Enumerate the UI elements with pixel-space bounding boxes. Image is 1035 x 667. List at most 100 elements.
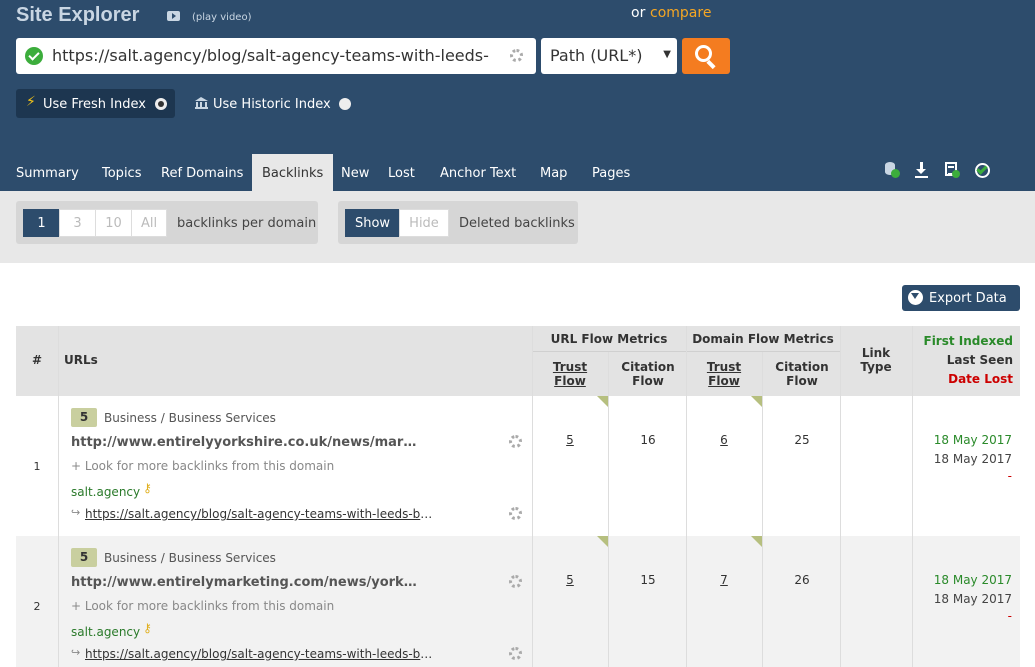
source-category: Business / Business Services (104, 411, 276, 425)
col-header-date-lost[interactable]: Date Lost (948, 372, 1013, 386)
url-input[interactable]: https://salt.agency/blog/salt-agency-tea… (16, 38, 536, 74)
play-video-link[interactable]: (play video) (192, 12, 251, 23)
col-header-last-seen[interactable]: Last Seen (947, 353, 1013, 367)
source-url-gear-icon[interactable] (509, 435, 522, 448)
return-arrow-icon: ↪ (71, 646, 81, 659)
compare-link[interactable]: compare (650, 5, 711, 21)
url-citation-flow-value: 16 (640, 433, 656, 447)
col-header-first-indexed[interactable]: First Indexed (924, 334, 1014, 348)
domain-flow-metrics-header: Domain Flow Metrics (686, 332, 840, 352)
target-domain-link[interactable]: salt.agency (71, 485, 140, 499)
per-domain-option-10[interactable]: 10 (95, 209, 132, 237)
download-icon[interactable] (914, 161, 930, 178)
url-settings-gear-icon[interactable] (510, 49, 523, 62)
url-flow-metrics-header: URL Flow Metrics (532, 332, 686, 352)
check-target-icon[interactable] (974, 161, 990, 178)
col-header-urls: URLs (64, 353, 98, 367)
row-number: 1 (33, 460, 41, 473)
fresh-index-option[interactable]: ⚡ Use Fresh Index (16, 89, 175, 118)
target-url-link[interactable]: https://salt.agency/blog/salt-agency-tea… (85, 507, 433, 521)
export-data-button[interactable]: Export Data (902, 285, 1020, 311)
source-url-link[interactable]: http://www.entirelymarketing.com/news/yo… (71, 575, 423, 590)
filter-bar: 1 3 10 All backlinks per domain Show Hid… (0, 191, 1035, 263)
tab-anchor-text[interactable]: Anchor Text (440, 154, 516, 191)
date-lost-value: - (1007, 609, 1012, 623)
or-label: or (631, 5, 646, 21)
last-seen-date: 18 May 2017 (933, 592, 1012, 606)
column-divider (912, 326, 913, 667)
tab-topics[interactable]: Topics (102, 154, 141, 191)
col-header-link-type: Link Type (860, 346, 892, 374)
last-seen-date: 18 May 2017 (933, 452, 1012, 466)
tab-summary[interactable]: Summary (16, 154, 79, 191)
tab-new[interactable]: New (341, 154, 369, 191)
col-header-domain-citation-flow[interactable]: Citation Flow (770, 360, 834, 388)
scope-select[interactable]: Path (URL*) ▼ (541, 38, 677, 74)
tab-pages[interactable]: Pages (592, 154, 630, 191)
col-header-num: # (31, 353, 43, 367)
per-domain-panel: 1 3 10 All backlinks per domain (16, 201, 318, 244)
domain-citation-flow-value: 25 (794, 433, 810, 447)
target-url-link[interactable]: https://salt.agency/blog/salt-agency-tea… (85, 647, 433, 661)
row-number: 2 (33, 600, 41, 613)
look-more-backlinks-link[interactable]: + Look for more backlinks from this doma… (71, 599, 334, 613)
per-domain-option-all[interactable]: All (131, 209, 167, 237)
search-button[interactable] (682, 38, 730, 74)
return-arrow-icon: ↪ (71, 506, 81, 519)
col-header-domain-trust-flow[interactable]: Trust Flow (700, 360, 748, 388)
first-indexed-date: 18 May 2017 (933, 573, 1012, 587)
historic-index-option[interactable]: Use Historic Index (213, 97, 331, 112)
tab-map[interactable]: Map (540, 154, 567, 191)
historic-index-radio[interactable] (339, 98, 351, 110)
tab-lost[interactable]: Lost (388, 154, 415, 191)
tab-ref-domains[interactable]: Ref Domains (161, 154, 243, 191)
url-citation-flow-value: 15 (640, 573, 656, 587)
source-url-gear-icon[interactable] (509, 575, 522, 588)
per-domain-option-1[interactable]: 1 (23, 209, 60, 237)
column-divider (58, 326, 59, 667)
fresh-index-label: Use Fresh Index (43, 97, 146, 112)
page-title: Site Explorer (16, 4, 140, 26)
column-divider (840, 326, 841, 667)
deleted-backlinks-panel: Show Hide Deleted backlinks (338, 201, 578, 244)
look-more-backlinks-link[interactable]: + Look for more backlinks from this doma… (71, 459, 334, 473)
add-to-bucket-icon[interactable] (884, 161, 900, 178)
domain-trust-flow-value[interactable]: 6 (700, 433, 748, 447)
lightning-bolt-icon: ⚡ (26, 94, 36, 110)
bank-icon (195, 97, 208, 109)
column-divider (532, 326, 533, 667)
topical-trust-flow-badge: 5 (71, 408, 97, 427)
source-url-link[interactable]: http://www.entirelyyorkshire.co.uk/news/… (71, 435, 423, 450)
date-lost-value: - (1007, 469, 1012, 483)
export-data-label: Export Data (929, 291, 1007, 306)
caret-down-icon: ▼ (663, 49, 671, 60)
fresh-index-radio[interactable] (155, 98, 167, 110)
target-domain-link[interactable]: salt.agency (71, 625, 140, 639)
column-divider (762, 352, 763, 667)
deleted-hide-button[interactable]: Hide (399, 209, 449, 237)
table-header: # URLs URL Flow Metrics Domain Flow Metr… (16, 326, 1020, 396)
col-header-url-trust-flow[interactable]: Trust Flow (546, 360, 594, 388)
target-url-gear-icon[interactable] (509, 647, 522, 660)
backlinks-table: # URLs URL Flow Metrics Domain Flow Metr… (16, 326, 1020, 667)
domain-trust-flow-value[interactable]: 7 (700, 573, 748, 587)
deleted-backlinks-label: Deleted backlinks (459, 216, 575, 231)
play-video-icon[interactable] (167, 11, 180, 21)
per-domain-option-3[interactable]: 3 (59, 209, 96, 237)
url-input-value[interactable]: https://salt.agency/blog/salt-agency-tea… (52, 46, 498, 65)
valid-check-icon (25, 47, 43, 65)
deleted-show-button[interactable]: Show (345, 209, 400, 237)
url-trust-flow-value[interactable]: 5 (546, 573, 594, 587)
per-domain-label: backlinks per domain (177, 216, 317, 231)
domain-citation-flow-value: 26 (794, 573, 810, 587)
target-url-gear-icon[interactable] (509, 507, 522, 520)
col-header-url-citation-flow[interactable]: Citation Flow (616, 360, 680, 388)
tab-backlinks[interactable]: Backlinks (252, 154, 334, 191)
table-row: 1 5 Business / Business Services http://… (16, 396, 1020, 536)
add-report-icon[interactable] (944, 161, 960, 178)
key-icon: ⚷ (143, 481, 152, 495)
url-trust-flow-value[interactable]: 5 (546, 433, 594, 447)
download-circle-icon (908, 290, 923, 305)
site-explorer-header: Site Explorer (play video) or compare ht… (0, 0, 1035, 191)
column-divider (686, 326, 687, 667)
